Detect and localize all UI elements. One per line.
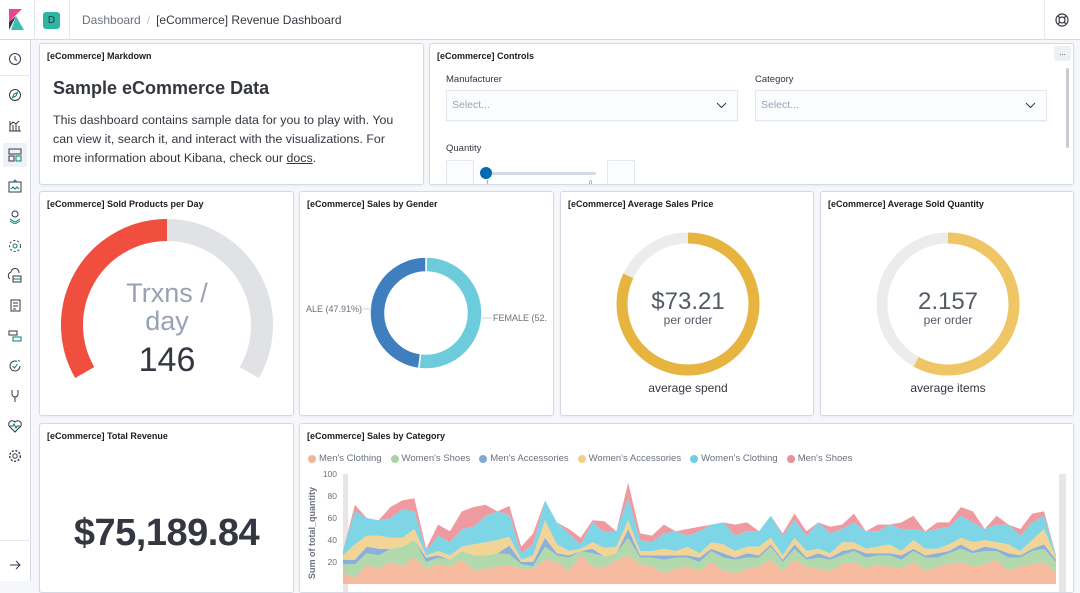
goal-gauge: 2.157 per order average items <box>876 232 1020 395</box>
y-tick-label: 80 <box>328 491 338 501</box>
goal-gauge: $73.21 per order average spend <box>616 232 760 395</box>
sold-products-panel: [eCommerce] Sold Products per Day Trxns … <box>39 191 294 416</box>
avg-sold-quantity-panel: [eCommerce] Average Sold Quantity 2.157 … <box>820 191 1074 416</box>
apm-icon[interactable] <box>7 328 23 344</box>
y-axis-label: Sum of total_quantity <box>307 487 317 579</box>
monitoring-icon[interactable] <box>7 418 23 434</box>
manufacturer-select[interactable]: Select... <box>446 90 738 121</box>
pie-label-male: ALE (47.91%) <box>306 304 362 314</box>
quantity-min-tick: 1 <box>486 181 490 185</box>
pie-slice-female[interactable] <box>417 256 483 370</box>
y-tick-label: 40 <box>328 535 338 545</box>
side-nav <box>0 40 31 581</box>
markdown-text: This dashboard contains sample data for … <box>53 113 394 165</box>
panel-title: [eCommerce] Markdown <box>47 51 152 61</box>
breadcrumb-separator: / <box>146 13 151 27</box>
sales-by-gender-panel: [eCommerce] Sales by Gender FEMALE (52. … <box>299 191 554 416</box>
quantity-slider-thumb[interactable] <box>480 167 492 179</box>
avg-sales-price-panel: [eCommerce] Average Sales Price $73.21 p… <box>560 191 814 416</box>
logs-icon[interactable] <box>7 298 23 314</box>
markdown-text-end: . <box>312 151 317 165</box>
y-tick-label: 100 <box>323 469 337 479</box>
divider <box>1044 0 1045 40</box>
quantity-max-input[interactable] <box>607 160 635 184</box>
breadcrumb-dashboard[interactable]: Dashboard <box>82 13 141 27</box>
visualize-icon[interactable] <box>7 117 23 133</box>
y-tick-label: 60 <box>328 513 338 523</box>
divider <box>34 0 35 40</box>
panel-options-button[interactable]: ... <box>1054 46 1071 61</box>
category-placeholder: Select... <box>761 99 799 111</box>
chart-scroll-right[interactable] <box>1059 474 1066 593</box>
gauge-label-line2: day <box>145 306 189 336</box>
help-lifebuoy-icon <box>1055 13 1069 27</box>
total-revenue-value: $75,189.84 <box>73 512 260 554</box>
docs-link[interactable]: docs <box>287 151 313 165</box>
divider <box>0 75 31 76</box>
divider <box>0 540 31 541</box>
chevron-down-icon <box>1025 102 1036 109</box>
pie-label-female: FEMALE (52. <box>493 313 547 323</box>
panel-title: [eCommerce] Controls <box>437 51 535 61</box>
gauge-label-line1: Trxns / <box>126 278 208 308</box>
breadcrumb: Dashboard / [eCommerce] Revenue Dashboard <box>82 13 342 27</box>
clock-icon[interactable] <box>7 51 23 67</box>
scrollbar[interactable] <box>1066 68 1069 148</box>
metric-value: $73.21 <box>651 288 724 315</box>
y-tick-label: 20 <box>328 557 338 567</box>
canvas-icon[interactable] <box>7 178 23 194</box>
ml-icon[interactable] <box>7 238 23 254</box>
category-label: Category <box>755 74 794 85</box>
donut-chart: FEMALE (52. ALE (47.91%) <box>306 256 547 370</box>
panel-title: [eCommerce] Total Revenue <box>47 431 168 441</box>
uptime-icon[interactable] <box>7 358 23 374</box>
category-select[interactable]: Select... <box>755 90 1047 121</box>
total-revenue-panel: [eCommerce] Total Revenue $75,189.84 <box>39 423 294 593</box>
maps-icon[interactable] <box>7 208 23 225</box>
space-avatar[interactable]: D <box>43 12 60 29</box>
stacked-area-chart: 20 40 60 80 100 Sum of total_quantity <box>307 469 1066 593</box>
metric-sub: per order <box>664 313 713 327</box>
markdown-body: This dashboard contains sample data for … <box>53 111 413 168</box>
metric-caption: average spend <box>648 381 727 395</box>
metric-sub: per order <box>924 313 973 327</box>
controls-panel: [eCommerce] Controls ... Manufacturer Se… <box>429 43 1074 185</box>
help-menu-button[interactable] <box>1054 12 1070 28</box>
quantity-max-tick: 0 <box>589 181 593 185</box>
gauge-value: 146 <box>139 341 196 379</box>
markdown-panel: [eCommerce] Markdown Sample eCommerce Da… <box>39 43 424 185</box>
gear-icon[interactable] <box>7 448 23 464</box>
devtools-icon[interactable] <box>7 388 23 404</box>
manufacturer-placeholder: Select... <box>452 99 490 111</box>
pie-slice-male[interactable] <box>369 256 427 370</box>
manufacturer-label: Manufacturer <box>446 74 502 85</box>
metric-value: 2.157 <box>918 288 978 315</box>
quantity-min-input[interactable] <box>446 160 474 184</box>
infrastructure-icon[interactable] <box>7 268 23 284</box>
gauge-chart: Trxns / day 146 <box>61 219 273 379</box>
compass-icon[interactable] <box>7 87 23 103</box>
dashboard-icon[interactable] <box>3 143 27 167</box>
markdown-heading: Sample eCommerce Data <box>53 78 270 98</box>
chevron-down-icon <box>716 102 727 109</box>
metric-caption: average items <box>910 381 985 395</box>
kibana-logo[interactable] <box>0 0 34 40</box>
quantity-slider-track[interactable] <box>486 172 596 175</box>
top-nav-bar: D Dashboard / [eCommerce] Revenue Dashboar… <box>0 0 1080 40</box>
arrow-right-icon[interactable] <box>7 557 23 573</box>
divider <box>69 0 70 40</box>
sales-by-category-panel: [eCommerce] Sales by Category Men's Clot… <box>299 423 1074 593</box>
quantity-label: Quantity <box>446 143 482 154</box>
breadcrumb-current: [eCommerce] Revenue Dashboard <box>156 13 342 27</box>
